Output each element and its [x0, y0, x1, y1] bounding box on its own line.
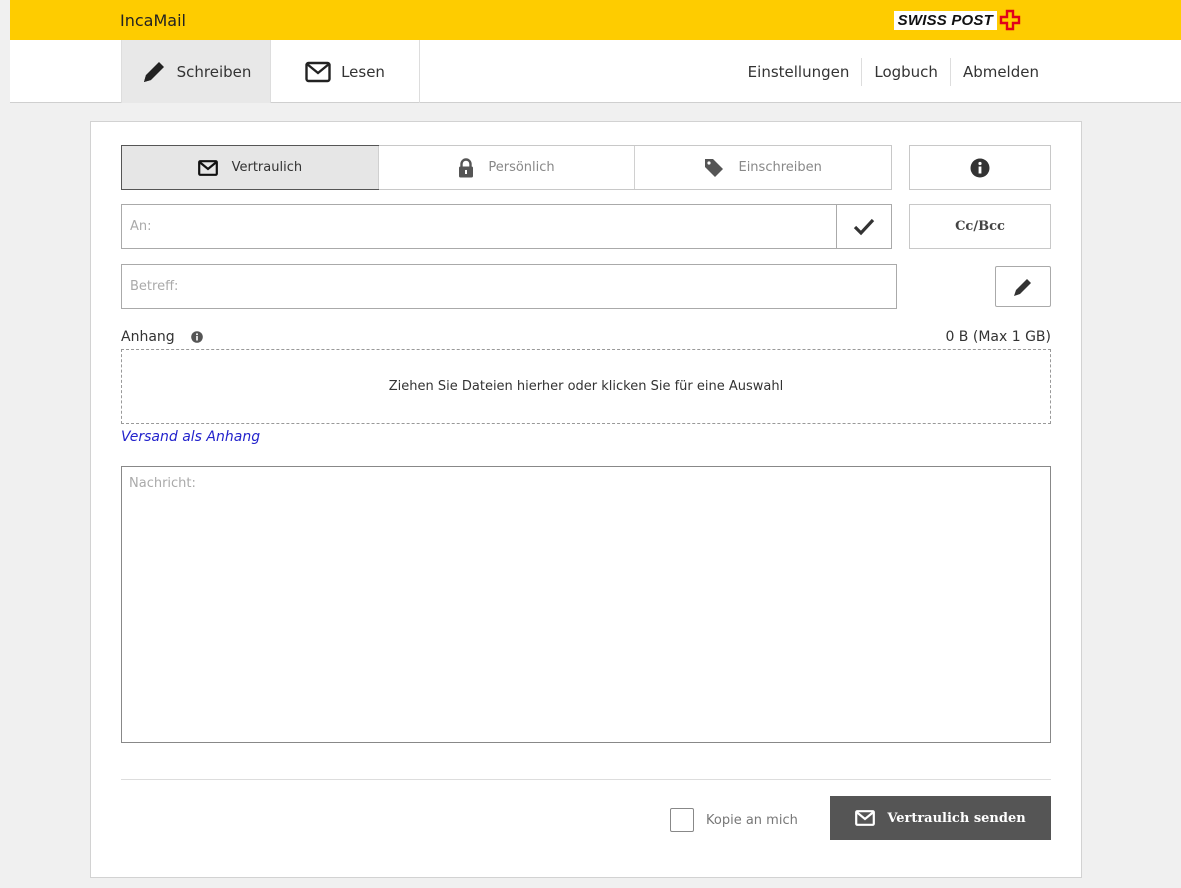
subject-input[interactable]: Betreff: — [121, 264, 897, 309]
send-as-attachment-link[interactable]: Versand als Anhang — [121, 429, 260, 445]
checkmark-icon — [853, 218, 875, 235]
tab-lesen[interactable]: Lesen — [271, 40, 420, 103]
settings-link[interactable]: Einstellungen — [736, 58, 862, 86]
copy-to-me-option[interactable]: Kopie an mich — [670, 808, 798, 832]
account-links: Einstellungen Logbuch Abmelden — [736, 58, 1051, 86]
send-label: Vertraulich senden — [887, 810, 1026, 826]
verify-recipient-button[interactable] — [836, 204, 892, 249]
swiss-cross-icon — [999, 9, 1021, 31]
logbook-link[interactable]: Logbuch — [861, 58, 950, 86]
tag-icon — [705, 158, 724, 177]
mode-persoenlich[interactable]: Persönlich — [377, 146, 635, 189]
envelope-icon — [197, 159, 218, 176]
dropzone-text: Ziehen Sie Dateien hierher oder klicken … — [388, 379, 784, 394]
pencil-icon — [1014, 278, 1031, 296]
tab-schreiben[interactable]: Schreiben — [121, 40, 271, 103]
info-button[interactable] — [909, 145, 1051, 190]
top-bar: IncaMail SWISS POST — [10, 0, 1181, 40]
attachment-label: Anhang — [121, 329, 203, 345]
edit-button[interactable] — [995, 266, 1051, 307]
compose-panel: Vertraulich Persönlich Einschreiben An: — [90, 121, 1082, 878]
envelope-icon — [855, 810, 876, 826]
send-button[interactable]: Vertraulich senden — [830, 796, 1051, 840]
mode-label: Vertraulich — [231, 160, 303, 175]
app-name: IncaMail — [120, 11, 186, 30]
mode-label: Persönlich — [488, 160, 555, 175]
swiss-post-logo: SWISS POST — [893, 9, 1021, 31]
message-textarea[interactable]: Nachricht: — [121, 466, 1051, 743]
logo-text: SWISS POST — [893, 10, 997, 30]
info-icon[interactable] — [190, 331, 203, 343]
recipient-input[interactable]: An: — [121, 204, 837, 249]
copy-to-me-checkbox[interactable] — [670, 808, 694, 832]
delivery-mode-tabs: Vertraulich Persönlich Einschreiben — [121, 145, 892, 190]
attachment-size: 0 B (Max 1 GB) — [945, 329, 1051, 345]
mode-einschreiben[interactable]: Einschreiben — [634, 146, 891, 189]
lock-icon — [459, 157, 474, 177]
cc-bcc-button[interactable]: Cc/Bcc — [909, 204, 1051, 249]
mode-vertraulich[interactable]: Vertraulich — [121, 145, 379, 190]
tab-label: Lesen — [341, 62, 385, 81]
divider — [121, 779, 1051, 780]
mode-label: Einschreiben — [738, 160, 822, 175]
info-icon — [970, 158, 990, 177]
main-nav: Schreiben Lesen Einstellungen Logbuch Ab… — [10, 40, 1181, 103]
attachment-label-text: Anhang — [121, 329, 175, 345]
envelope-icon — [305, 61, 331, 82]
attachment-dropzone[interactable]: Ziehen Sie Dateien hierher oder klicken … — [121, 349, 1051, 424]
logout-link[interactable]: Abmelden — [949, 58, 1051, 86]
copy-to-me-label: Kopie an mich — [706, 812, 798, 828]
pencil-icon — [143, 61, 164, 82]
tab-label: Schreiben — [176, 62, 252, 81]
